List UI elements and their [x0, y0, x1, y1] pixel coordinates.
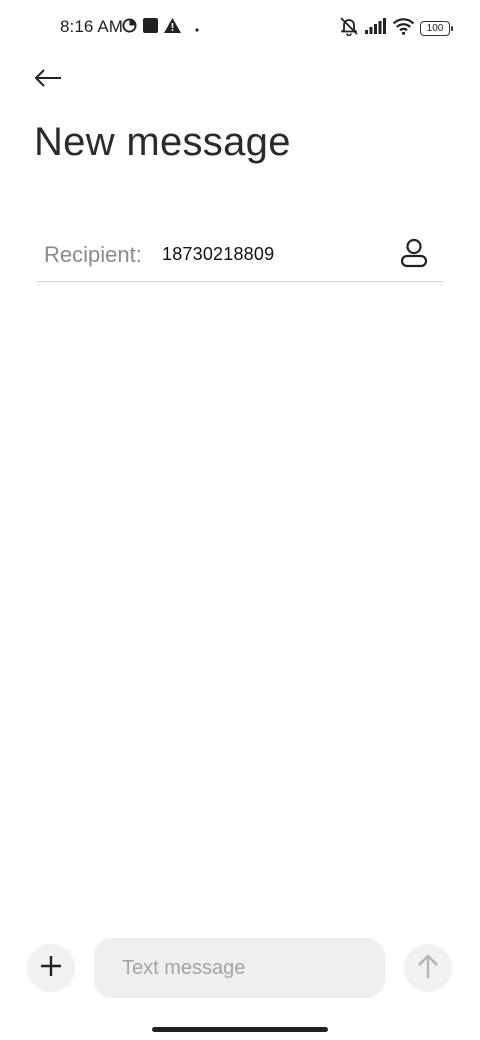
- battery-level: 100: [426, 22, 444, 34]
- status-bar: 8:16 AM 100: [0, 0, 480, 56]
- recipient-value[interactable]: 18730218809: [162, 244, 274, 265]
- status-left-icons: [122, 18, 199, 38]
- person-icon: [400, 238, 428, 273]
- wifi-icon: [392, 17, 415, 40]
- plus-icon: [40, 955, 62, 982]
- battery-icon: 100: [420, 21, 453, 36]
- contacts-button[interactable]: [398, 238, 430, 272]
- send-button[interactable]: [404, 944, 452, 992]
- add-attachment-button[interactable]: [27, 944, 75, 992]
- signal-icon: [365, 18, 387, 39]
- arrow-left-icon: [34, 68, 62, 93]
- warning-icon: [164, 18, 181, 38]
- square-notification-icon: [143, 18, 158, 38]
- recipient-label: Recipient:: [44, 242, 142, 267]
- data-saver-icon: [122, 18, 137, 38]
- back-button[interactable]: [30, 62, 66, 98]
- status-right-icons: 100: [339, 16, 453, 41]
- dot-icon: [195, 19, 199, 37]
- recipient-field[interactable]: Recipient: 18730218809: [36, 228, 444, 282]
- page-title: New message: [34, 120, 291, 164]
- mute-icon: [339, 16, 359, 41]
- home-indicator[interactable]: [152, 1027, 328, 1032]
- new-message-screen: 8:16 AM 100 New message Recipient: 18730…: [0, 0, 480, 1040]
- status-time: 8:16 AM: [60, 17, 124, 36]
- arrow-up-icon: [417, 953, 439, 984]
- text-message-input[interactable]: [94, 938, 385, 998]
